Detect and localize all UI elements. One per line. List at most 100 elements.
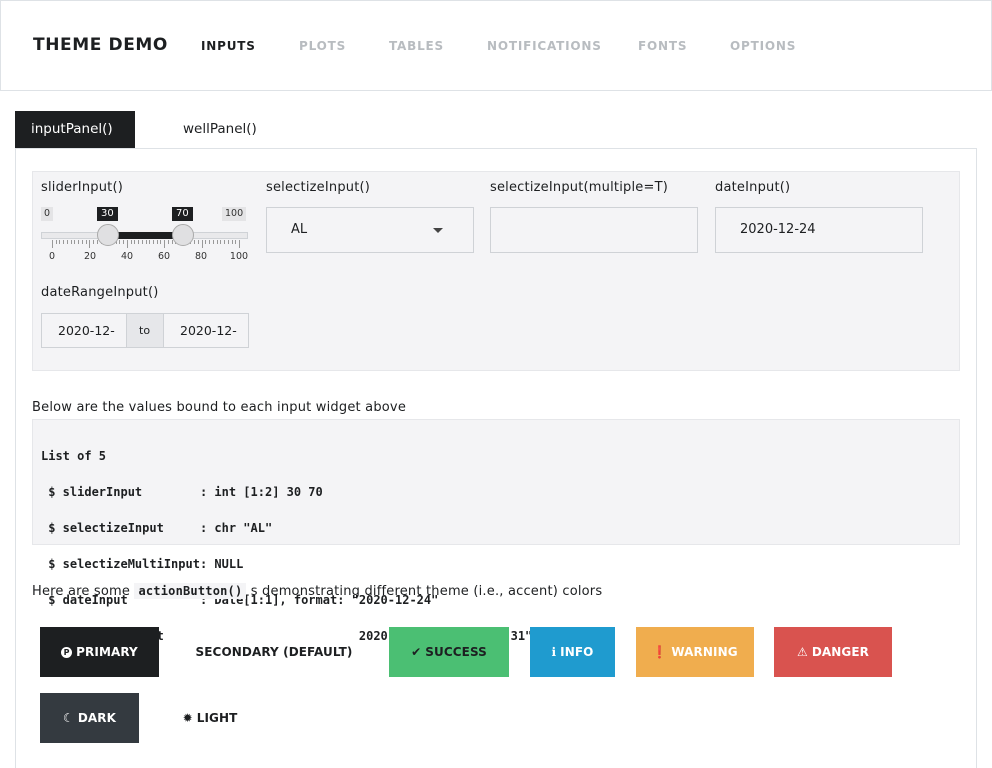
light-button[interactable]: ✹ LIGHT — [170, 693, 250, 743]
slider-tick — [224, 240, 226, 244]
sun-icon: ✹ — [182, 711, 193, 725]
buttons-text-code: actionButton() — [134, 583, 247, 599]
slider-max-label: 100 — [222, 207, 247, 221]
slider-tick — [212, 240, 214, 244]
secondary-button-label: SECONDARY (DEFAULT) — [195, 645, 353, 659]
slider-tick — [78, 240, 80, 244]
slider-tick — [130, 240, 132, 244]
slider-tick — [59, 240, 61, 244]
slider-tick — [149, 240, 151, 244]
slider-tick — [81, 240, 83, 244]
slider-tick — [85, 240, 87, 244]
primary-button[interactable]: P PRIMARY — [40, 627, 159, 677]
nav-item-inputs[interactable]: INPUTS — [201, 39, 256, 53]
slider-tick — [231, 240, 233, 244]
dark-button[interactable]: ☾ DARK — [40, 693, 139, 743]
brand-title: THEME DEMO — [33, 35, 168, 55]
selectize-multi-label: selectizeInput(multiple=T) — [490, 180, 668, 195]
slider-handle-to[interactable] — [171, 224, 194, 246]
info-button-label: INFO — [560, 645, 594, 659]
daterange-label: dateRangeInput() — [41, 285, 159, 300]
selectize-label: selectizeInput() — [266, 180, 371, 195]
danger-button-label: DANGER — [811, 645, 870, 659]
slider-tick — [123, 240, 125, 244]
slider-tick — [141, 240, 143, 244]
slider-tick — [205, 240, 207, 244]
slider-tick — [134, 240, 136, 244]
slider-tick — [164, 240, 166, 248]
slider-tick-label: 60 — [157, 251, 171, 262]
slider-tick — [63, 240, 65, 244]
date-value: 2020-12-24 — [740, 222, 816, 237]
slider-tick — [220, 240, 222, 244]
slider-tick — [209, 240, 211, 244]
buttons-text-after: s demonstrating different theme (i.e., a… — [246, 584, 603, 599]
slider-tick — [126, 240, 128, 248]
slider-tick — [89, 240, 91, 248]
slider-tick — [119, 240, 121, 244]
values-output: List of 5 $ sliderInput : int [1:2] 30 7… — [32, 419, 960, 643]
output-line: $ sliderInput : int [1:2] 30 70 — [41, 485, 323, 499]
slider-tick — [171, 240, 173, 244]
tab-input-panel[interactable]: inputPanel() — [15, 111, 135, 148]
info-button[interactable]: ℹ INFO — [530, 627, 615, 677]
slider-tick — [145, 240, 147, 244]
slider-tick-label: 100 — [229, 251, 249, 262]
buttons-text-before: Here are some — [32, 584, 135, 599]
nav-item-tables[interactable]: TABLES — [389, 39, 444, 53]
warning-triangle-icon: ⚠ — [796, 645, 808, 659]
values-description: Below are the values bound to each input… — [32, 400, 407, 415]
slider-tick — [93, 240, 95, 244]
nav-item-options[interactable]: OPTIONS — [730, 39, 796, 53]
slider-tick — [52, 240, 53, 248]
slider-tick — [70, 240, 72, 244]
success-button[interactable]: ✔ SUCCESS — [389, 627, 509, 677]
dark-button-label: DARK — [77, 711, 117, 725]
date-input[interactable]: 2020-12-24 — [715, 207, 923, 253]
slider-tick-label: 80 — [194, 251, 208, 262]
warning-button-label: WARNING — [671, 645, 738, 659]
nav-item-notifications[interactable]: NOTIFICATIONS — [487, 39, 602, 53]
navbar: THEME DEMO INPUTS PLOTS TABLES NOTIFICAT… — [0, 0, 992, 91]
p-circle-icon: P — [61, 646, 73, 658]
buttons-description: Here are some actionButton() s demonstra… — [32, 583, 603, 599]
slider-tick — [160, 240, 162, 244]
daterange-separator: to — [126, 313, 164, 348]
output-line: List of 5 — [41, 449, 107, 463]
info-icon: ℹ — [551, 645, 557, 659]
danger-button[interactable]: ⚠ DANGER — [774, 627, 892, 677]
slider-tick — [194, 240, 196, 244]
slider-to-label: 70 — [172, 207, 193, 221]
light-button-label: LIGHT — [196, 711, 238, 725]
nav-item-plots[interactable]: PLOTS — [299, 39, 346, 53]
slider-handle-from[interactable] — [97, 224, 120, 246]
slider-tick — [227, 240, 229, 244]
slider-tick — [201, 240, 203, 248]
slider-tick — [138, 240, 140, 244]
slider-tick-label: 20 — [83, 251, 97, 262]
moon-icon: ☾ — [62, 711, 74, 725]
check-icon: ✔ — [411, 645, 422, 659]
slider-min-label: 0 — [41, 207, 54, 221]
slider-tick — [239, 240, 240, 248]
slider-label: sliderInput() — [41, 180, 123, 195]
warning-button[interactable]: ❗ WARNING — [636, 627, 754, 677]
selectize-multi-input[interactable] — [490, 207, 698, 253]
daterange-start-input[interactable]: 2020-12- — [41, 313, 127, 348]
output-line: $ selectizeMultiInput: NULL — [41, 557, 244, 571]
slider-tick — [152, 240, 154, 244]
selectize-value: AL — [291, 222, 308, 237]
slider-tick — [216, 240, 218, 244]
slider-tick — [235, 240, 237, 244]
slider-tick — [74, 240, 76, 244]
tab-well-panel[interactable]: wellPanel() — [167, 111, 273, 148]
slider-tick — [55, 240, 57, 244]
slider-tick — [156, 240, 158, 244]
selectize-input[interactable]: AL — [266, 207, 474, 253]
exclamation-icon: ❗ — [652, 645, 668, 659]
nav-item-fonts[interactable]: FONTS — [638, 39, 687, 53]
daterange-end-input[interactable]: 2020-12- — [163, 313, 249, 348]
slider-tick — [167, 240, 169, 244]
success-button-label: SUCCESS — [425, 645, 487, 659]
secondary-button[interactable]: SECONDARY (DEFAULT) — [190, 627, 358, 677]
